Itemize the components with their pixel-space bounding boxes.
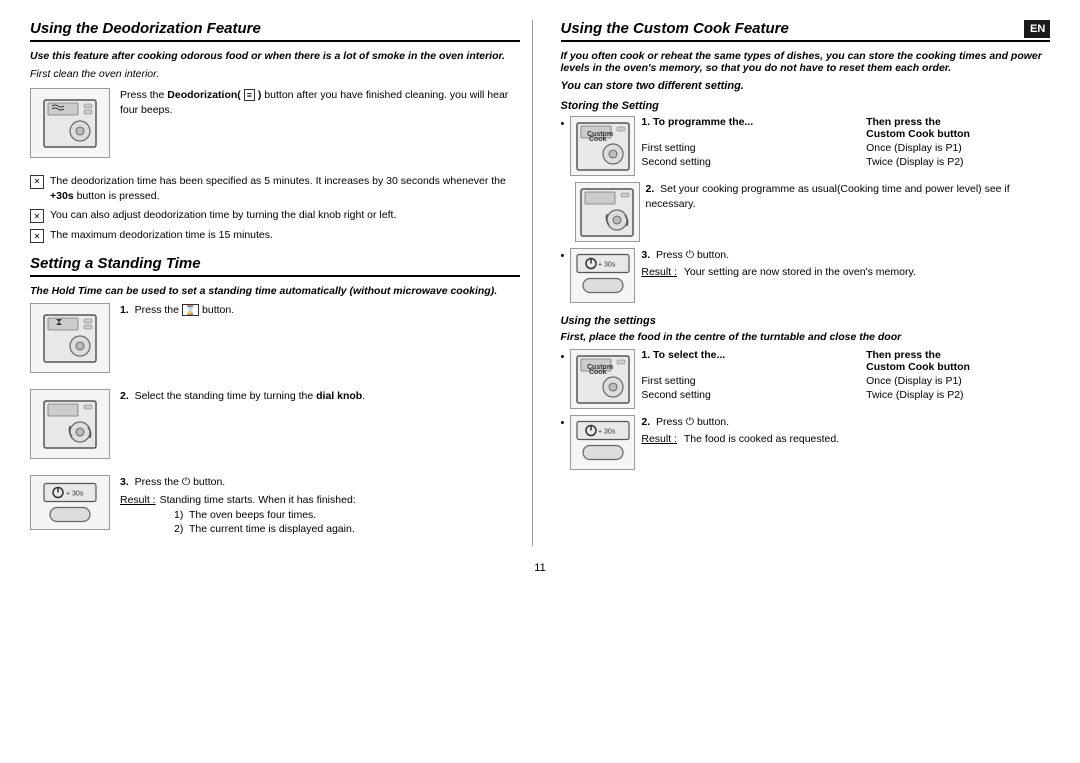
standing-step1-row: 1. Press the ⌛ button. <box>30 303 520 381</box>
using-step2-text: 2. Press ⏻ button. Result : The food is … <box>641 415 1050 446</box>
custom-cook-appliance-1: Custom Cook <box>570 116 635 176</box>
using-step1: • Custom Cook <box>561 349 1051 409</box>
table-row1-desc: First setting <box>641 142 866 156</box>
storing-step3-text: 3. Press ⏻ button. Result : Your setting… <box>641 248 1050 279</box>
bullet-dot-4: • <box>561 417 565 429</box>
standing-step3-text: 3. Press the ⏻ button. Result : Standing… <box>120 475 520 537</box>
table2-header-press: Then press the Custom Cook button <box>866 349 1050 375</box>
left-column: Using the Deodorization Feature Use this… <box>30 20 533 546</box>
custom-cook-intro: If you often cook or reheat the same typ… <box>561 50 1051 74</box>
deodorization-step1-text: Press the Deodorization( ≡ ) button afte… <box>120 88 520 117</box>
using-table-wrapper: 1. To select the... Then press the Custo… <box>641 349 1050 407</box>
table2-row1-desc: First setting <box>641 375 866 389</box>
storing-title: Storing the Setting <box>561 100 1051 112</box>
result-label: Result : <box>120 493 156 508</box>
using-table: 1. To select the... Then press the Custo… <box>641 349 1050 403</box>
result2b-text: The food is cooked as requested. <box>681 432 839 447</box>
bullet-dot-3: • <box>561 351 565 363</box>
first-clean: First clean the oven interior. <box>30 68 520 80</box>
page-number: 11 <box>30 562 1050 574</box>
deodorization-appliance-image <box>30 88 110 158</box>
deodorization-intro: Use this feature after cooking odorous f… <box>30 50 520 62</box>
deodorization-bullet2: ✕ You can also adjust deodorization time… <box>30 208 520 223</box>
custom-cook-title: Using the Custom Cook Feature <box>561 20 1051 42</box>
storing-step2-text: 2. Set your cooking programme as usual(C… <box>646 182 1051 211</box>
result2b-label: Result : <box>641 432 677 447</box>
deodorization-bullet1: ✕ The deodorization time has been specif… <box>30 174 520 203</box>
result3-label: Result : <box>641 265 677 280</box>
custom-cook-appliance-4: Custom Cook <box>570 349 635 409</box>
result3-text: Your setting are now stored in the oven'… <box>681 265 916 280</box>
bullet-icon-2: ✕ <box>30 209 44 223</box>
table2-row2-press: Twice (Display is P2) <box>866 389 1050 403</box>
storing-table-wrapper: 1. To programme the... Then press the Cu… <box>641 116 1050 174</box>
bullet1-text: The deodorization time has been specifie… <box>50 174 520 203</box>
custom-cook-section: Using the Custom Cook Feature If you oft… <box>561 20 1051 470</box>
standing-appliance-1 <box>30 303 110 373</box>
svg-text:+ 30s: + 30s <box>66 491 84 498</box>
standing-appliance-2 <box>30 389 110 459</box>
storing-step1: • Custom Cook <box>561 116 1051 176</box>
svg-text:+ 30s: + 30s <box>598 429 616 436</box>
custom-cook-appliance-2 <box>575 182 640 242</box>
storing-step3: • + 30s 3. Pre <box>561 248 1051 303</box>
result-text: Standing time starts. When it has finish… <box>160 493 356 508</box>
table2-header-desc: 1. To select the... <box>641 349 866 375</box>
using-step2: • + 30s 2. Pre <box>561 415 1051 470</box>
storing-step2: 2. Set your cooking programme as usual(C… <box>575 182 1051 242</box>
standing-time-title: Setting a Standing Time <box>30 255 520 277</box>
table-row1-press: Once (Display is P1) <box>866 142 1050 156</box>
standing-step2-text: 2. Select the standing time by turning t… <box>120 389 520 404</box>
bullet-dot-1: • <box>561 118 565 130</box>
table2-row2-desc: Second setting <box>641 389 866 403</box>
can-store-text: You can store two different setting. <box>561 80 1051 92</box>
using-settings-title: Using the settings <box>561 315 1051 327</box>
bullet-icon-3: ✕ <box>30 229 44 243</box>
deodorization-step1-row: Press the Deodorization( ≡ ) button afte… <box>30 88 520 166</box>
bullet-dot-2: • <box>561 250 565 262</box>
standing-step1-text: 1. Press the ⌛ button. <box>120 303 520 318</box>
standing-time-section: Setting a Standing Time The Hold Time ca… <box>30 255 520 538</box>
custom-cook-appliance-3: + 30s <box>570 248 635 303</box>
storing-table: 1. To programme the... Then press the Cu… <box>641 116 1050 170</box>
right-column: Using the Custom Cook Feature If you oft… <box>557 20 1051 546</box>
custom-cook-appliance-5: + 30s <box>570 415 635 470</box>
bullet2-text: You can also adjust deodorization time b… <box>50 208 396 223</box>
table-header-press: Then press the Custom Cook button <box>866 116 1050 142</box>
bullet3-text: The maximum deodorization time is 15 min… <box>50 228 273 243</box>
standing-appliance-3: + 30s <box>30 475 110 530</box>
table-row2-press: Twice (Display is P2) <box>866 156 1050 170</box>
deodorization-title: Using the Deodorization Feature <box>30 20 520 42</box>
deodorization-bullet3: ✕ The maximum deodorization time is 15 m… <box>30 228 520 243</box>
standing-step3-row: + 30s 3. Press the ⏻ button. Result : St… <box>30 475 520 538</box>
svg-text:Cook: Cook <box>589 369 607 376</box>
table-header-desc: 1. To programme the... <box>641 116 866 142</box>
svg-text:Cook: Cook <box>589 136 607 143</box>
svg-text:+ 30s: + 30s <box>598 262 616 269</box>
bullet-icon-1: ✕ <box>30 175 44 189</box>
standing-step2-row: 2. Select the standing time by turning t… <box>30 389 520 467</box>
table-row2-desc: Second setting <box>641 156 866 170</box>
standing-time-intro: The Hold Time can be used to set a stand… <box>30 285 520 297</box>
deodorization-section: Using the Deodorization Feature Use this… <box>30 20 520 243</box>
using-settings-intro: First, place the food in the centre of t… <box>561 331 1051 343</box>
table2-row1-press: Once (Display is P1) <box>866 375 1050 389</box>
